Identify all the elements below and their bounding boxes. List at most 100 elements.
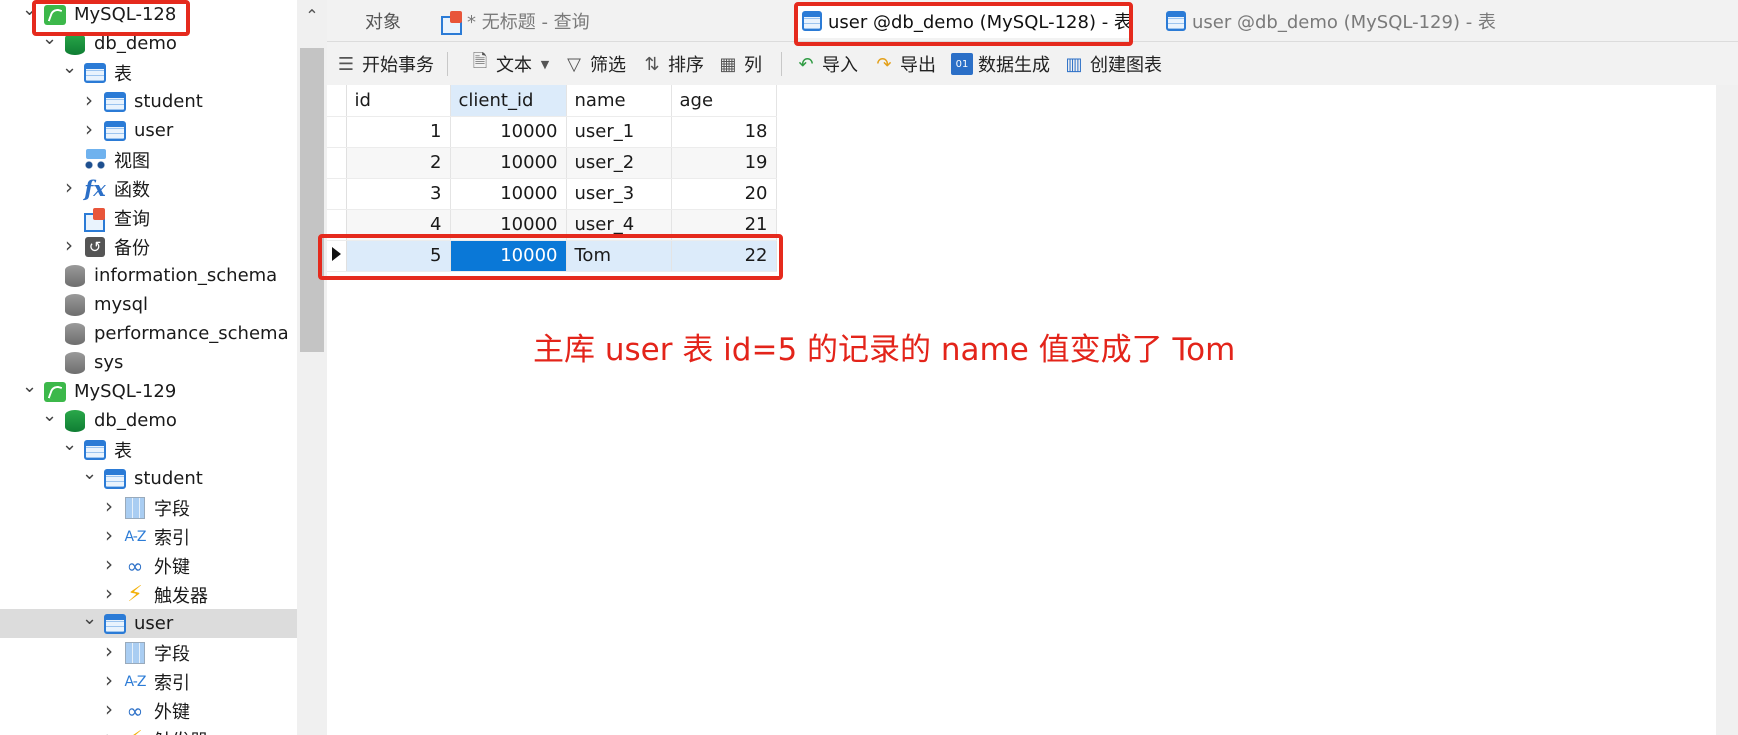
column-header-age[interactable]: age	[671, 85, 777, 117]
tree-node-user[interactable]: ⌄ user	[0, 609, 297, 638]
chevron-right-icon[interactable]: ›	[62, 235, 76, 255]
cell-name[interactable]: user_4	[566, 209, 672, 241]
cell-name[interactable]: user_3	[566, 178, 672, 210]
filter-button[interactable]: ▽ 筛选	[563, 51, 626, 77]
cell-client-id[interactable]: 10000	[450, 116, 567, 148]
chevron-right-icon[interactable]: ›	[82, 119, 96, 139]
chevron-down-icon[interactable]: ⌄	[42, 407, 57, 425]
chevron-down-icon[interactable]: ⌄	[62, 436, 77, 454]
tree-node-mysql129[interactable]: ⌄ MySQL-129	[0, 377, 297, 406]
tree-node[interactable]: 视图	[0, 145, 297, 174]
cell-age[interactable]: 18	[671, 116, 777, 148]
create-chart-button[interactable]: ▥ 创建图表	[1063, 51, 1162, 77]
tree-node-information_schema[interactable]: information_schema	[0, 261, 297, 290]
table-row[interactable]: 4 10000 user_4 21	[327, 209, 777, 241]
column-header-name[interactable]: name	[566, 85, 672, 117]
column-header-id[interactable]: id	[346, 85, 451, 117]
sidebar-scrollbar[interactable]: ⌃	[297, 0, 327, 735]
dropdown-caret-icon[interactable]: ▼	[538, 53, 552, 75]
tree-node[interactable]: › A-Z 索引	[0, 667, 297, 696]
chevron-down-icon[interactable]: ⌄	[22, 378, 37, 396]
row-header[interactable]	[327, 116, 347, 148]
chevron-down-icon[interactable]: ⌄	[42, 30, 57, 48]
data-grid[interactable]: id client_id name age 1 10000 user_1 18 2 100…	[327, 85, 777, 272]
tree-node-db_demo[interactable]: ⌄ db_demo	[0, 29, 297, 58]
tree-node[interactable]: › ∞ 外键	[0, 696, 297, 725]
cell-name[interactable]: Tom	[566, 240, 672, 272]
cell-id[interactable]: 5	[346, 240, 451, 272]
tree-node[interactable]: › ↺ 备份	[0, 232, 297, 261]
row-header[interactable]	[327, 178, 347, 210]
cell-client-id[interactable]: 10000	[450, 240, 567, 272]
tree-node[interactable]: › A-Z 索引	[0, 522, 297, 551]
chevron-right-icon[interactable]: ›	[102, 670, 116, 690]
chevron-right-icon[interactable]: ›	[102, 554, 116, 574]
chevron-right-icon[interactable]: ›	[102, 583, 116, 603]
chevron-right-icon[interactable]: ›	[102, 641, 116, 661]
tree-node-performance_schema[interactable]: performance_schema	[0, 319, 297, 348]
tree-node-label: 表	[114, 440, 132, 462]
tree-node[interactable]: › ∞ 外键	[0, 551, 297, 580]
tree-node[interactable]: ⌄ 表	[0, 58, 297, 87]
cell-age[interactable]: 21	[671, 209, 777, 241]
table-row[interactable]: 3 10000 user_3 20	[327, 178, 777, 210]
tree-node-mysql[interactable]: mysql	[0, 290, 297, 319]
tree-node[interactable]: › 字段	[0, 493, 297, 522]
tree-node-icon	[84, 439, 106, 461]
row-header[interactable]	[327, 209, 347, 241]
tree-node-sys[interactable]: sys	[0, 348, 297, 377]
tree-node[interactable]: › ⚡ 触发器	[0, 580, 297, 609]
column-header-client-id[interactable]: client_id	[450, 85, 567, 117]
tab-untitled-query[interactable]: * 无标题 - 查询	[433, 4, 763, 38]
tree-node[interactable]: › 字段	[0, 638, 297, 667]
cell-id[interactable]: 2	[346, 147, 451, 179]
table-row[interactable]: 5 10000 Tom 22	[327, 240, 777, 272]
table-row[interactable]: 2 10000 user_2 19	[327, 147, 777, 179]
row-header[interactable]	[327, 147, 347, 179]
cell-age[interactable]: 20	[671, 178, 777, 210]
tree-node[interactable]: › fx 函数	[0, 174, 297, 203]
chevron-right-icon[interactable]: ›	[102, 525, 116, 545]
columns-button[interactable]: ▦ 列	[717, 51, 762, 77]
cell-name[interactable]: user_2	[566, 147, 672, 179]
cell-client-id[interactable]: 10000	[450, 147, 567, 179]
tree-node[interactable]: 查询	[0, 203, 297, 232]
chevron-down-icon[interactable]: ⌄	[22, 1, 37, 19]
text-view-button[interactable]: 🗎 文本 ▼	[469, 51, 557, 77]
cell-id[interactable]: 3	[346, 178, 451, 210]
import-button[interactable]: ↶ 导入	[795, 51, 858, 77]
tree-node-student[interactable]: › student	[0, 87, 297, 116]
scrollbar-thumb[interactable]	[300, 48, 324, 352]
chevron-right-icon[interactable]: ›	[102, 699, 116, 719]
tree-node-user[interactable]: › user	[0, 116, 297, 145]
table-row[interactable]: 1 10000 user_1 18	[327, 116, 777, 148]
cell-client-id[interactable]: 10000	[450, 178, 567, 210]
row-header[interactable]	[327, 240, 347, 272]
cell-age[interactable]: 22	[671, 240, 777, 272]
tree-node[interactable]: › ⚡ 触发器	[0, 725, 297, 735]
begin-transaction-button[interactable]: ☰ 开始事务	[335, 51, 434, 77]
tree-node-mysql128[interactable]: ⌄ MySQL-128	[0, 0, 297, 29]
cell-client-id[interactable]: 10000	[450, 209, 567, 241]
chevron-down-icon[interactable]: ⌄	[82, 465, 97, 483]
tree-node-db_demo[interactable]: ⌄ db_demo	[0, 406, 297, 435]
chevron-right-icon[interactable]: ›	[102, 496, 116, 516]
tree-node-student[interactable]: ⌄ student	[0, 464, 297, 493]
data-generation-button[interactable]: 01 数据生成	[951, 51, 1050, 77]
sort-button[interactable]: ⇅ 排序	[641, 51, 704, 77]
cell-id[interactable]: 4	[346, 209, 451, 241]
chevron-right-icon[interactable]: ›	[82, 90, 96, 110]
tree-node[interactable]: ⌄ 表	[0, 435, 297, 464]
cell-age[interactable]: 19	[671, 147, 777, 179]
tab-user-129[interactable]: user @db_demo (MySQL-129) - 表	[1158, 4, 1514, 38]
chevron-down-icon[interactable]: ⌄	[82, 610, 97, 628]
chevron-right-icon[interactable]: ›	[62, 177, 76, 197]
tab-user-128[interactable]: user @db_demo (MySQL-128) - 表	[794, 4, 1132, 38]
chevron-right-icon[interactable]: ›	[102, 728, 116, 735]
scroll-up-icon[interactable]: ⌃	[297, 0, 327, 30]
cell-name[interactable]: user_1	[566, 116, 672, 148]
cell-id[interactable]: 1	[346, 116, 451, 148]
grid-scrollbar[interactable]	[1716, 85, 1738, 735]
chevron-down-icon[interactable]: ⌄	[62, 59, 77, 77]
export-button[interactable]: ↷ 导出	[873, 51, 936, 77]
